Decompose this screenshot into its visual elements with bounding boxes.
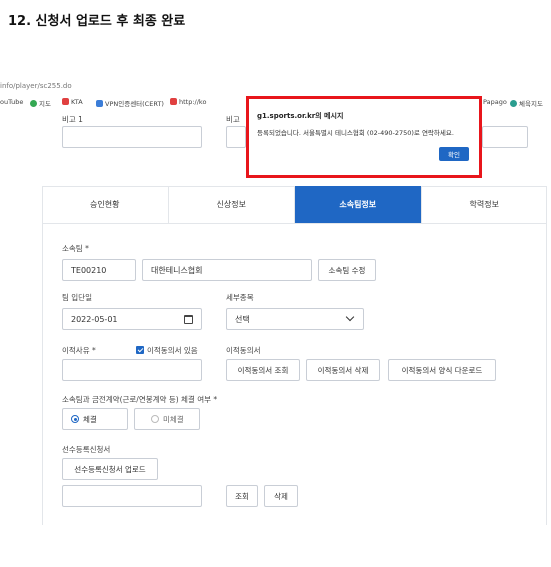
bookmark-maps[interactable]: 지도 xyxy=(30,98,51,108)
tab-team-info[interactable]: 소속팀정보 xyxy=(295,186,422,223)
wifi-icon xyxy=(510,100,517,107)
team-code-input[interactable]: TE00210 xyxy=(62,259,136,281)
bookmark-vpn[interactable]: VPN인증센터(CERT) xyxy=(96,98,164,108)
bookmark-kta[interactable]: KTA xyxy=(62,98,83,106)
transfer-doc-label: 이적동의서 xyxy=(226,346,261,355)
bookmark-ko[interactable]: http://ko xyxy=(170,98,206,106)
kta-logo-icon xyxy=(170,98,177,105)
application-label: 선수등록신청서 xyxy=(62,445,111,454)
team-label: 소속팀 * xyxy=(62,244,89,253)
join-date-label: 팀 입단일 xyxy=(62,293,92,302)
chevron-down-icon xyxy=(345,312,355,322)
shield-icon xyxy=(96,100,103,107)
dialog-title: g1.sports.or.kr의 메시지 xyxy=(257,112,344,120)
remark3-input[interactable] xyxy=(482,126,528,148)
contract-label: 소속팀과 금전계약(근로/연봉계약 등) 체결 여부 * xyxy=(62,395,218,404)
radio-unselected-icon xyxy=(151,415,159,423)
tab-personal-info[interactable]: 신상정보 xyxy=(169,186,295,223)
contract-no-radio[interactable]: 미체결 xyxy=(134,408,200,430)
contract-yes-radio[interactable]: 체결 xyxy=(62,408,128,430)
detail-event-value: 선택 xyxy=(235,314,250,324)
radio-selected-icon xyxy=(71,415,79,423)
application-upload-button[interactable]: 선수등록신청서 업로드 xyxy=(62,458,158,480)
transfer-download-button[interactable]: 이적동의서 양식 다운로드 xyxy=(388,359,496,381)
transfer-view-button[interactable]: 이적동의서 조회 xyxy=(226,359,300,381)
application-delete-button[interactable]: 삭제 xyxy=(264,485,298,507)
bookmark-papago[interactable]: Papago xyxy=(483,98,507,106)
transfer-consent-checkbox[interactable]: 이적동의서 있음 xyxy=(136,345,198,356)
calendar-icon[interactable] xyxy=(184,315,193,324)
checkbox-checked-icon xyxy=(136,346,144,354)
transfer-reason-label: 이적사유 * xyxy=(62,346,96,355)
page-heading: 12. 신청서 업로드 후 최종 완료 xyxy=(8,14,186,29)
dialog-ok-button[interactable]: 확인 xyxy=(439,147,469,161)
application-view-button[interactable]: 조회 xyxy=(226,485,258,507)
bookmark-sports-guide[interactable]: 체육지도 xyxy=(510,98,543,108)
team-name-input[interactable]: 대한테니스협회 xyxy=(142,259,312,281)
kta-logo-icon xyxy=(62,98,69,105)
tab-approval-status[interactable]: 승인현황 xyxy=(42,186,169,223)
detail-event-select[interactable]: 선택 xyxy=(226,308,364,330)
detail-event-label: 세부종목 xyxy=(226,293,254,302)
transfer-reason-input[interactable] xyxy=(62,359,202,381)
remark2-label: 비고 xyxy=(226,115,240,124)
dialog-message: 등록되었습니다. 서울특별시 테니스협회 (02-490-2750)로 연락하세… xyxy=(257,129,454,137)
join-date-value: 2022-05-01 xyxy=(71,314,118,324)
info-tabs: 승인현황 신상정보 소속팀정보 학력정보 xyxy=(42,186,547,224)
alert-dialog: g1.sports.or.kr의 메시지 등록되었습니다. 서울특별시 테니스협… xyxy=(246,96,482,178)
remark1-input[interactable] xyxy=(62,126,202,148)
remark2-input[interactable] xyxy=(226,126,246,148)
transfer-delete-button[interactable]: 이적동의서 삭제 xyxy=(306,359,380,381)
application-file-input[interactable] xyxy=(62,485,202,507)
tab-education-info[interactable]: 학력정보 xyxy=(422,186,548,223)
address-bar[interactable]: info/player/sc255.do xyxy=(0,82,72,90)
bookmark-youtube[interactable]: ouTube xyxy=(0,98,23,106)
remark1-label: 비고 1 xyxy=(62,115,83,124)
team-edit-button[interactable]: 소속팀 수정 xyxy=(318,259,376,281)
join-date-input[interactable]: 2022-05-01 xyxy=(62,308,202,330)
map-pin-icon xyxy=(30,100,37,107)
